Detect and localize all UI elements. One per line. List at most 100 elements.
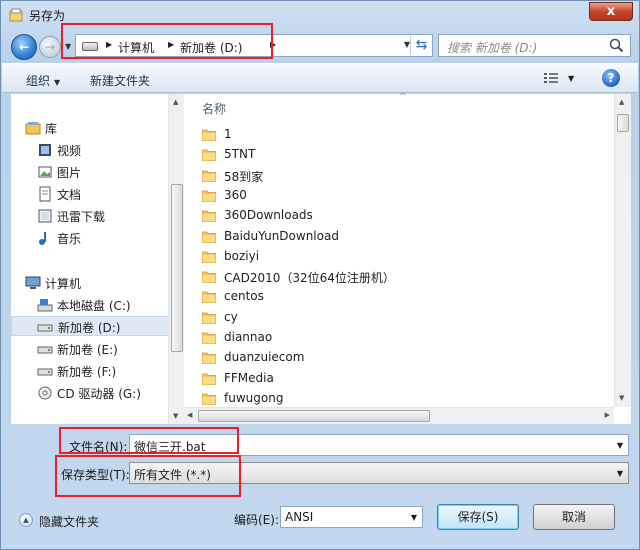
nav-label: 库 bbox=[45, 122, 58, 136]
folder-icon bbox=[202, 231, 216, 243]
download-folder-icon bbox=[38, 209, 52, 223]
nav-label: 音乐 bbox=[57, 232, 82, 246]
chevron-down-icon: ▼ bbox=[54, 78, 61, 87]
file-list: 名称 ^ 1 5TNT 58到家 360 360Downloads BaiduYunDow… bbox=[184, 92, 631, 424]
scroll-right-icon[interactable]: ▶ bbox=[605, 411, 610, 419]
scroll-down-icon[interactable]: ▼ bbox=[619, 394, 624, 402]
chevron-down-icon: ▼ bbox=[410, 513, 417, 522]
view-dropdown-icon[interactable]: ▼ bbox=[568, 74, 574, 83]
nav-scroll-thumb[interactable] bbox=[171, 184, 183, 352]
hide-folders-label: 隐藏文件夹 bbox=[39, 515, 100, 529]
close-icon: x bbox=[606, 4, 616, 19]
annotation-box-filename bbox=[59, 427, 239, 454]
file-name: centos bbox=[224, 289, 264, 304]
arrow-right-icon: → bbox=[44, 40, 56, 54]
help-icon[interactable]: ? bbox=[602, 69, 620, 87]
file-name: BaiduYunDownload bbox=[224, 228, 339, 243]
save-button[interactable]: 保存(S) bbox=[437, 504, 519, 530]
chevron-down-icon[interactable]: ▼ bbox=[617, 441, 623, 450]
folder-icon bbox=[202, 170, 216, 182]
nav-label: 迅雷下载 bbox=[57, 210, 106, 224]
file-name: duanzuiecom bbox=[224, 350, 305, 365]
scroll-up-icon[interactable]: ▲ bbox=[619, 98, 624, 106]
nav-label: 图片 bbox=[57, 166, 82, 180]
search-input[interactable]: 搜索 新加卷 (D:) bbox=[438, 34, 631, 57]
scroll-left-icon[interactable]: ◀ bbox=[187, 411, 192, 419]
window-title: 另存为 bbox=[29, 9, 66, 23]
folder-icon bbox=[202, 210, 216, 223]
file-name: 5TNT bbox=[224, 147, 256, 162]
file-name: CAD2010（32位64位注册机） bbox=[224, 271, 395, 286]
sort-ascending-icon: ^ bbox=[399, 92, 407, 102]
nav-drive-d[interactable]: 新加卷 (D:) bbox=[11, 316, 169, 336]
close-button[interactable]: x bbox=[589, 2, 633, 21]
horizontal-scroll-thumb[interactable] bbox=[198, 410, 430, 422]
chevron-up-icon: ▲ bbox=[19, 513, 33, 527]
drive-icon bbox=[37, 346, 53, 354]
search-icon[interactable] bbox=[609, 38, 624, 53]
file-name: 1 bbox=[224, 127, 232, 141]
folder-icon bbox=[202, 291, 216, 304]
folder-icon bbox=[202, 373, 216, 385]
cancel-button[interactable]: 取消 bbox=[533, 504, 615, 530]
nav-scrollbar[interactable]: ▲ ▼ bbox=[168, 94, 185, 424]
save-as-dialog: 另存为 x ← → ▼ ▶ 计算机 ▶ 新加卷 (D:) ▶ ▼ ⇆ 搜索 新加… bbox=[0, 0, 640, 550]
folder-icon bbox=[202, 149, 216, 162]
nav-label: 计算机 bbox=[45, 277, 82, 291]
refresh-button[interactable]: ⇆ bbox=[410, 36, 432, 55]
file-name: diannao bbox=[224, 330, 273, 344]
save-icon bbox=[9, 8, 23, 22]
back-button[interactable]: ← bbox=[11, 34, 37, 60]
video-icon bbox=[39, 144, 51, 156]
arrow-left-icon: ← bbox=[18, 40, 30, 54]
new-folder-button[interactable]: 新建文件夹 bbox=[90, 72, 150, 89]
file-name: boziyi bbox=[224, 248, 260, 263]
hide-folders-button[interactable]: ▲ 隐藏文件夹 bbox=[19, 513, 99, 530]
scroll-down-icon[interactable]: ▼ bbox=[173, 412, 178, 420]
encoding-select[interactable]: ANSI ▼ bbox=[280, 506, 423, 528]
folder-icon bbox=[202, 129, 216, 141]
file-name: 58到家 bbox=[224, 169, 264, 184]
music-icon bbox=[39, 232, 46, 245]
encoding-label: 编码(E): bbox=[234, 513, 279, 527]
nav-label: 文档 bbox=[57, 188, 82, 202]
nav-label: 新加卷 (F:) bbox=[57, 365, 117, 379]
picture-icon bbox=[38, 166, 52, 178]
drive-icon bbox=[37, 368, 53, 376]
view-list-icon[interactable] bbox=[544, 72, 558, 84]
toolbar: 组织 ▼ 新建文件夹 ▼ ? bbox=[2, 63, 638, 93]
refresh-icon: ⇆ bbox=[415, 37, 428, 53]
nav-label: 本地磁盘 (C:) bbox=[57, 299, 131, 313]
folder-icon bbox=[202, 251, 216, 263]
folder-icon bbox=[202, 312, 216, 324]
encoding-value: ANSI bbox=[285, 510, 314, 524]
nav-label: 新加卷 (D:) bbox=[58, 321, 121, 335]
navigation-pane: 库 视频 图片 文档 迅雷下载 音乐 计算机 本地磁盘 (C:) 新加卷 (D:… bbox=[11, 94, 183, 424]
organize-button[interactable]: 组织 ▼ bbox=[26, 72, 60, 89]
annotation-box-address bbox=[61, 23, 273, 59]
folder-icon bbox=[202, 332, 216, 344]
file-name: cy bbox=[224, 309, 238, 324]
computer-icon bbox=[25, 276, 41, 289]
nav-label: 视频 bbox=[57, 144, 82, 158]
cd-drive-icon bbox=[38, 386, 52, 400]
scroll-up-icon[interactable]: ▲ bbox=[173, 98, 178, 106]
chevron-down-icon: ▼ bbox=[616, 469, 623, 478]
search-placeholder: 搜索 新加卷 (D:) bbox=[447, 41, 538, 55]
document-icon bbox=[39, 186, 51, 202]
folder-icon bbox=[202, 190, 216, 202]
file-name: FFMedia bbox=[224, 370, 274, 385]
nav-label: 新加卷 (E:) bbox=[57, 343, 118, 357]
file-scroll-thumb[interactable] bbox=[617, 114, 629, 132]
system-drive-icon bbox=[37, 299, 53, 312]
file-scrollbar[interactable]: ▲ ▼ bbox=[614, 94, 631, 407]
folder-icon bbox=[202, 352, 216, 365]
forward-button[interactable]: → bbox=[39, 36, 61, 58]
column-header-name[interactable]: 名称 bbox=[202, 100, 226, 117]
file-name: fuwugong bbox=[224, 390, 284, 405]
nav-label: CD 驱动器 (G:) bbox=[57, 387, 141, 401]
file-horizontal-scrollbar[interactable]: ◀ ▶ bbox=[184, 407, 614, 424]
file-name: 360Downloads bbox=[224, 208, 313, 223]
organize-label: 组织 bbox=[26, 74, 51, 88]
annotation-box-filetype bbox=[55, 455, 241, 497]
